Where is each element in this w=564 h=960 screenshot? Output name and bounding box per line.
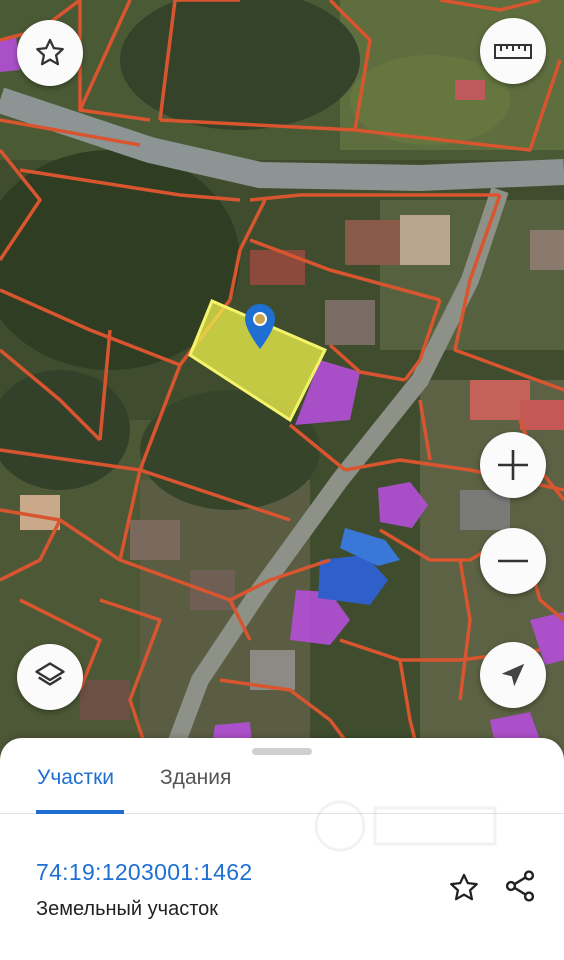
minus-icon bbox=[495, 543, 531, 579]
layers-icon bbox=[32, 659, 68, 695]
favorite-parcel-button[interactable] bbox=[444, 870, 484, 910]
bottom-sheet[interactable]: Участки Здания 74:19:1203001:1462 Земель… bbox=[0, 738, 564, 960]
watermark-logo bbox=[300, 796, 500, 861]
locate-button[interactable] bbox=[480, 642, 546, 708]
favorite-button[interactable] bbox=[17, 20, 83, 86]
ruler-icon bbox=[493, 39, 533, 63]
measure-button[interactable] bbox=[480, 18, 546, 84]
plus-icon bbox=[495, 447, 531, 483]
tab-buildings[interactable]: Здания bbox=[160, 766, 231, 790]
active-tab-indicator bbox=[36, 810, 124, 814]
map-view[interactable] bbox=[0, 0, 564, 760]
cadastral-number[interactable]: 74:19:1203001:1462 bbox=[36, 859, 252, 886]
parcel-type-label: Земельный участок bbox=[36, 898, 219, 920]
tab-parcels[interactable]: Участки bbox=[37, 766, 114, 790]
satellite-map[interactable] bbox=[0, 0, 564, 760]
zoom-in-button[interactable] bbox=[480, 432, 546, 498]
location-pin-icon[interactable] bbox=[243, 303, 277, 351]
share-button[interactable] bbox=[500, 868, 540, 908]
share-icon bbox=[502, 868, 538, 909]
navigation-arrow-icon bbox=[498, 660, 528, 690]
zoom-out-button[interactable] bbox=[480, 528, 546, 594]
sheet-grabber[interactable] bbox=[252, 748, 312, 755]
star-outline-icon bbox=[33, 36, 67, 70]
layers-button[interactable] bbox=[17, 644, 83, 710]
star-outline-icon bbox=[447, 871, 481, 910]
